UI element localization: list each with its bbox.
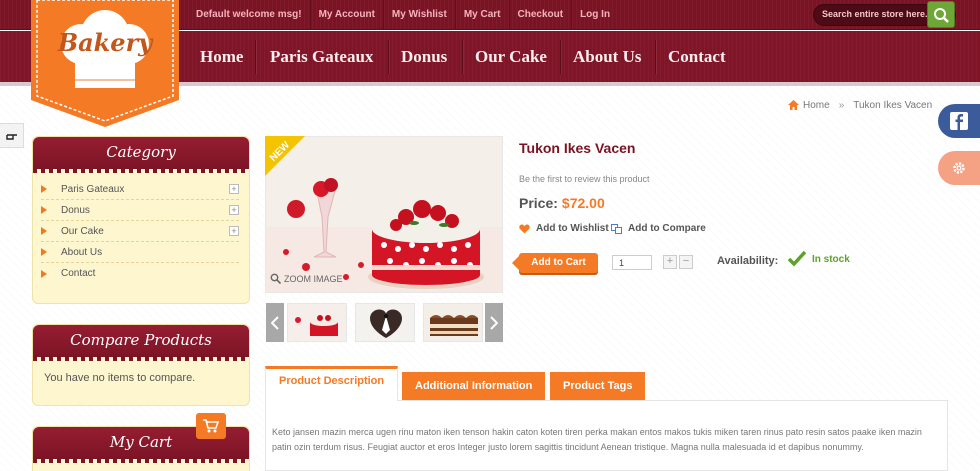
zoom-image-label: ZOOM IMAGE	[284, 273, 343, 284]
facebook-icon	[950, 112, 968, 130]
checkmark-icon	[788, 251, 806, 267]
home-icon	[788, 100, 799, 110]
chevron-right-icon	[490, 315, 498, 330]
category-list: Paris Gateaux + Donus + Our Cake + About…	[33, 169, 249, 284]
add-to-compare-link[interactable]: Add to Compare	[611, 223, 706, 234]
category-label: Donus	[61, 204, 90, 216]
bullet-arrow-icon	[41, 185, 47, 193]
compare-box: Compare Products You have no items to co…	[32, 324, 250, 406]
search-icon	[934, 7, 949, 23]
category-item-about-us[interactable]: About Us	[41, 242, 239, 263]
left-side-tab[interactable]	[0, 123, 24, 148]
tab-product-tags[interactable]: Product Tags	[550, 372, 646, 400]
category-title: Category	[33, 137, 249, 173]
my-cart-link[interactable]: My Cart	[456, 0, 510, 30]
breadcrumb-current: Tukon Ikes Vacen	[853, 99, 933, 111]
category-label: Contact	[61, 268, 96, 279]
tab-content-description: Keto jansen mazin merca ugen rinu maton …	[265, 400, 948, 471]
logo[interactable]: Bakery	[31, 0, 179, 127]
magnifier-icon	[270, 273, 281, 284]
my-wishlist-link[interactable]: My Wishlist	[384, 0, 456, 30]
cart-box: My Cart	[32, 413, 250, 471]
zoom-image-link[interactable]: ZOOM IMAGE	[270, 273, 343, 284]
facebook-tab[interactable]	[938, 104, 980, 138]
add-to-cart-button[interactable]: Add to Cart	[512, 253, 598, 273]
new-badge: NEW	[265, 136, 305, 176]
tab-product-description[interactable]: Product Description	[265, 366, 399, 401]
welcome-msg: Default welcome msg!	[188, 0, 311, 30]
bullet-arrow-icon	[41, 227, 47, 235]
checkout-link[interactable]: Checkout	[510, 0, 573, 30]
logo-text: Bakery	[57, 28, 154, 57]
nav-paris-gateaux[interactable]: Paris Gateaux	[270, 31, 373, 82]
search-input[interactable]	[822, 9, 932, 19]
search-button[interactable]	[927, 1, 955, 28]
product-name: Tukon Ikes Vacen	[519, 140, 636, 156]
breadcrumb-home[interactable]: Home	[788, 100, 830, 111]
category-item-our-cake[interactable]: Our Cake +	[41, 221, 239, 242]
availability-value: In stock	[812, 253, 850, 265]
bullet-arrow-icon	[41, 206, 47, 214]
thumbnail-prev-button[interactable]	[266, 303, 284, 342]
category-label: Paris Gateaux	[61, 183, 125, 195]
nav-divider	[655, 40, 656, 74]
cart-icon[interactable]	[196, 413, 226, 439]
category-item-paris-gateaux[interactable]: Paris Gateaux +	[41, 179, 239, 200]
category-item-contact[interactable]: Contact	[41, 263, 239, 284]
nav-divider	[255, 40, 256, 74]
nav-divider	[560, 40, 561, 74]
product-thumbnail-2[interactable]	[355, 303, 415, 342]
category-label: About Us	[61, 246, 103, 258]
heart-icon	[519, 224, 530, 233]
product-thumbnail-3[interactable]	[423, 303, 483, 342]
price-label: Price:	[519, 195, 558, 211]
nav-our-cake[interactable]: Our Cake	[475, 31, 547, 82]
pointing-hand-icon	[5, 133, 17, 140]
chevron-left-icon	[271, 315, 279, 330]
compare-icon	[611, 223, 622, 234]
breadcrumb-separator: »	[838, 99, 845, 111]
availability-label: Availability:	[717, 255, 779, 267]
gear-icon	[953, 162, 965, 174]
add-to-wishlist-link[interactable]: Add to Wishlist	[519, 223, 609, 234]
top-links: Default welcome msg! My Account My Wishl…	[188, 0, 618, 30]
login-link[interactable]: Log In	[572, 0, 618, 30]
product-thumbnail-1[interactable]	[287, 303, 347, 342]
expand-icon[interactable]: +	[229, 205, 239, 215]
tab-additional-information[interactable]: Additional Information	[402, 372, 546, 400]
compare-label: Add to Compare	[628, 223, 706, 234]
compare-title: Compare Products	[33, 325, 249, 361]
product-price: Price: $72.00	[519, 195, 605, 211]
nav-home[interactable]: Home	[200, 31, 243, 82]
category-box: Category Paris Gateaux + Donus + Our Cak…	[32, 136, 250, 304]
wishlist-label: Add to Wishlist	[536, 223, 609, 234]
quantity-input[interactable]	[612, 255, 652, 270]
thumbnail-next-button[interactable]	[485, 303, 503, 342]
availability-status: In stock	[788, 251, 850, 267]
breadcrumb: Home » Tukon Ikes Vacen	[788, 99, 932, 111]
qty-minus-button[interactable]: −	[679, 255, 693, 269]
price-value: $72.00	[561, 195, 605, 211]
review-link[interactable]: Be the first to review this product	[519, 174, 650, 184]
bullet-arrow-icon	[41, 269, 47, 278]
breadcrumb-home-label: Home	[803, 99, 830, 111]
nav-divider	[388, 40, 389, 74]
qty-plus-button[interactable]: +	[663, 255, 677, 269]
category-label: Our Cake	[61, 225, 104, 237]
expand-icon[interactable]: +	[229, 226, 239, 236]
nav-divider	[462, 40, 463, 74]
nav-about-us[interactable]: About Us	[573, 31, 642, 82]
expand-icon[interactable]: +	[229, 184, 239, 194]
nav-contact[interactable]: Contact	[668, 31, 726, 82]
settings-tab[interactable]	[938, 151, 980, 185]
compare-empty-text: You have no items to compare.	[44, 372, 196, 384]
bullet-arrow-icon	[41, 248, 47, 256]
my-account-link[interactable]: My Account	[311, 0, 384, 30]
category-item-donus[interactable]: Donus +	[41, 200, 239, 221]
nav-donus[interactable]: Donus	[401, 31, 447, 82]
